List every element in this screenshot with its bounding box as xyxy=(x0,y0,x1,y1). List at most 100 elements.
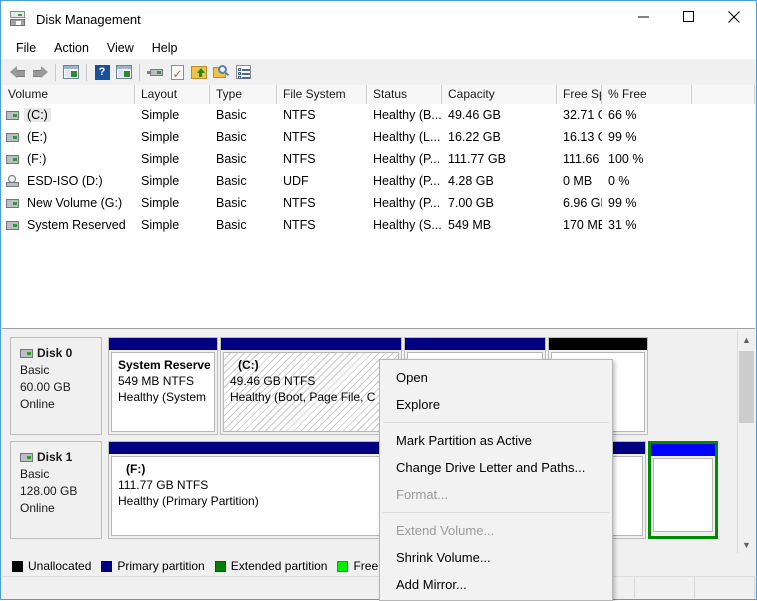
partition-c-drive[interactable]: (C:) 49.46 GB NTFS Healthy (Boot, Page F… xyxy=(220,337,402,435)
toolbar-separator xyxy=(86,63,87,81)
disk-size-0: 60.00 GB xyxy=(20,380,71,394)
scroll-down-icon[interactable]: ▼ xyxy=(738,536,755,553)
context-menu-item-mark-partition-as-active[interactable]: Mark Partition as Active xyxy=(380,427,612,454)
disk-state-0: Online xyxy=(20,397,55,411)
volume-list-pane: Volume Layout Type File System Status Ca… xyxy=(2,85,755,329)
disk-size-1: 128.00 GB xyxy=(20,484,78,498)
cell-percent-free: 100 % xyxy=(608,152,644,166)
column-header-status[interactable]: Status xyxy=(367,85,442,104)
context-menu-separator xyxy=(383,422,609,423)
cell-free-space: 170 MB xyxy=(563,218,602,232)
volume-name: (C:) xyxy=(24,108,51,122)
table-row[interactable]: System Reserved Simple Basic NTFS Health… xyxy=(2,214,755,236)
hard-disk-icon xyxy=(20,453,33,462)
cell-free-space: 16.13 GB xyxy=(563,130,602,144)
volume-list-header: Volume Layout Type File System Status Ca… xyxy=(2,85,755,105)
status-segment-3 xyxy=(695,577,755,598)
close-icon[interactable] xyxy=(711,1,756,32)
cell-status: Healthy (P... xyxy=(373,174,441,188)
cell-type: Basic xyxy=(216,130,247,144)
partition-selected-extended[interactable] xyxy=(648,441,718,539)
hard-disk-icon xyxy=(6,110,19,120)
cell-file-system: NTFS xyxy=(283,108,316,122)
disk-name-1: Disk 1 xyxy=(20,449,101,466)
partition-band-unallocated xyxy=(549,338,647,350)
menu-view[interactable]: View xyxy=(98,39,143,57)
hard-disk-icon xyxy=(6,132,19,142)
export-list-icon[interactable] xyxy=(188,61,210,83)
column-header-capacity[interactable]: Capacity xyxy=(442,85,557,104)
table-row[interactable]: New Volume (G:) Simple Basic NTFS Health… xyxy=(2,192,755,214)
vertical-scroll-thumb[interactable] xyxy=(739,351,754,423)
toolbar: ? ✓ xyxy=(2,59,755,86)
partition-body xyxy=(653,458,713,532)
column-header-volume[interactable]: Volume xyxy=(2,85,135,104)
disk-info-1[interactable]: Disk 1 Basic 128.00 GB Online xyxy=(10,441,102,539)
back-arrow-icon[interactable] xyxy=(7,61,29,83)
maximize-icon[interactable] xyxy=(666,1,711,32)
forward-arrow-icon[interactable] xyxy=(29,61,51,83)
cell-free-space: 111.66 GB xyxy=(563,152,602,166)
cell-file-system: UDF xyxy=(283,174,309,188)
table-row[interactable]: ESD-ISO (D:) Simple Basic UDF Healthy (P… xyxy=(2,170,755,192)
cell-capacity: 4.28 GB xyxy=(448,174,494,188)
toolbar-separator xyxy=(139,63,140,81)
cell-capacity: 549 MB xyxy=(448,218,492,232)
partition-body: System Reserve 549 MB NTFS Healthy (Syst… xyxy=(111,352,215,432)
cell-type: Basic xyxy=(216,152,247,166)
context-menu-item-shrink-volume[interactable]: Shrink Volume... xyxy=(380,544,612,571)
detail-view-icon[interactable] xyxy=(232,61,254,83)
search-icon[interactable] xyxy=(210,61,232,83)
legend-free-space: Free xyxy=(337,559,378,573)
menu-file[interactable]: File xyxy=(7,39,45,57)
cell-file-system: NTFS xyxy=(283,152,316,166)
cell-percent-free: 99 % xyxy=(608,196,637,210)
context-menu-item-open[interactable]: Open xyxy=(380,364,612,391)
table-row[interactable]: (F:) Simple Basic NTFS Healthy (P... 111… xyxy=(2,148,755,170)
disk-entry-1[interactable]: Disk 1 Basic 128.00 GB Online (F:) 111.7… xyxy=(10,441,720,539)
cell-capacity: 7.00 GB xyxy=(448,196,494,210)
column-header-type[interactable]: Type xyxy=(210,85,277,104)
cell-status: Healthy (P... xyxy=(373,196,441,210)
hard-disk-icon xyxy=(20,349,33,358)
context-menu-item-explore[interactable]: Explore xyxy=(380,391,612,418)
menu-help[interactable]: Help xyxy=(143,39,187,57)
help-icon[interactable]: ? xyxy=(91,61,113,83)
show-hide-console-tree-icon[interactable] xyxy=(60,61,82,83)
context-menu-separator xyxy=(383,512,609,513)
context-menu-item-change-drive-letter-and-paths[interactable]: Change Drive Letter and Paths... xyxy=(380,454,612,481)
rescan-disks-icon[interactable] xyxy=(144,61,166,83)
partition-label: System Reserve xyxy=(118,358,211,372)
table-row[interactable]: (C:) Simple Basic NTFS Healthy (B... 49.… xyxy=(2,104,755,126)
cell-status: Healthy (S... xyxy=(373,218,442,232)
show-hide-action-pane-icon[interactable] xyxy=(113,61,135,83)
cd-rom-icon xyxy=(6,175,19,187)
legend-swatch-extended xyxy=(214,560,226,572)
menu-action[interactable]: Action xyxy=(45,39,98,57)
partition-system-reserved[interactable]: System Reserve 549 MB NTFS Healthy (Syst… xyxy=(108,337,218,435)
table-row[interactable]: (E:) Simple Basic NTFS Healthy (L... 16.… xyxy=(2,126,755,148)
partition-band xyxy=(221,338,401,350)
column-header-filler[interactable] xyxy=(692,85,755,104)
cell-type: Basic xyxy=(216,196,247,210)
properties-icon[interactable]: ✓ xyxy=(166,61,188,83)
disk-info-0[interactable]: Disk 0 Basic 60.00 GB Online xyxy=(10,337,102,435)
column-header-percent-free[interactable]: % Free xyxy=(602,85,692,104)
partition-band xyxy=(651,444,715,456)
scroll-up-icon[interactable]: ▲ xyxy=(738,331,755,348)
title-bar: Disk Management xyxy=(1,1,756,37)
disk-view-vertical-scrollbar[interactable]: ▲ ▼ xyxy=(737,331,755,553)
minimize-icon[interactable] xyxy=(621,1,666,32)
cell-status: Healthy (L... xyxy=(373,130,441,144)
context-menu-item-format: Format... xyxy=(396,487,449,502)
legend-label: Extended partition xyxy=(230,559,328,573)
partition-status: Healthy (Boot, Page File, C xyxy=(230,390,376,404)
cell-capacity: 16.22 GB xyxy=(448,130,501,144)
legend-extended-partition: Extended partition xyxy=(214,559,328,573)
column-header-file-system[interactable]: File System xyxy=(277,85,367,104)
partition-context-menu: Open Explore Mark Partition as Active Ch… xyxy=(379,359,613,601)
cell-status: Healthy (P... xyxy=(373,152,441,166)
column-header-layout[interactable]: Layout xyxy=(135,85,210,104)
context-menu-item-add-mirror[interactable]: Add Mirror... xyxy=(380,571,612,598)
column-header-free-space[interactable]: Free Spa... xyxy=(557,85,602,104)
